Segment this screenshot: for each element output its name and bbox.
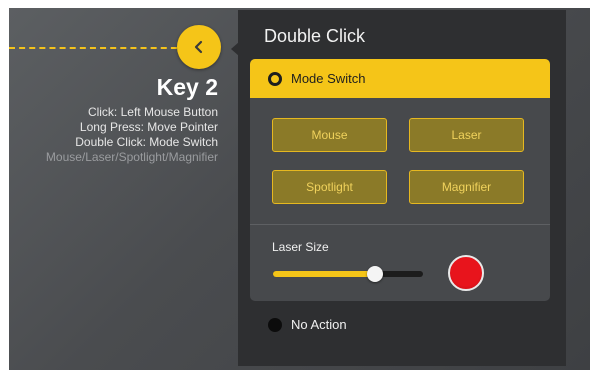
chevron-left-icon <box>194 40 203 54</box>
key-line-modes: Mouse/Laser/Spotlight/Magnifier <box>45 150 218 164</box>
mode-button-mouse[interactable]: Mouse <box>272 118 387 152</box>
section-divider <box>250 224 550 225</box>
radio-unselected-icon <box>268 317 282 332</box>
key-line-double-click: Double Click: Mode Switch <box>75 135 218 149</box>
key-title: Key 2 <box>156 74 218 100</box>
key-line-long-press: Long Press: Move Pointer <box>79 120 218 134</box>
laser-size-label: Laser Size <box>272 240 329 254</box>
laser-size-slider-thumb[interactable] <box>367 266 383 282</box>
mode-switch-card: Mode Switch Mouse Laser Spotlight Magnif… <box>250 59 550 301</box>
panel-title: Double Click <box>264 26 366 46</box>
radio-selected-icon <box>268 71 282 86</box>
mode-switch-option[interactable]: Mode Switch <box>250 59 550 98</box>
mode-button-spotlight[interactable]: Spotlight <box>272 170 387 204</box>
laser-size-slider-fill <box>273 271 375 277</box>
double-click-panel: Double Click Mode Switch Mouse Laser Spo… <box>238 10 566 366</box>
mode-button-grid: Mouse Laser Spotlight Magnifier <box>272 118 526 204</box>
key-description: Click: Left Mouse Button Long Press: Mov… <box>46 105 218 165</box>
key-line-click: Click: Left Mouse Button <box>87 105 218 119</box>
no-action-option[interactable]: No Action <box>268 317 347 332</box>
mode-button-magnifier[interactable]: Magnifier <box>409 170 524 204</box>
no-action-label: No Action <box>291 317 347 332</box>
mode-switch-label: Mode Switch <box>291 71 366 86</box>
mode-button-laser[interactable]: Laser <box>409 118 524 152</box>
laser-color-button[interactable] <box>448 255 484 291</box>
app-screen: Key 2 Click: Left Mouse Button Long Pres… <box>9 8 590 370</box>
back-button[interactable] <box>177 25 221 69</box>
key-connector-line <box>9 47 187 49</box>
laser-size-slider[interactable] <box>273 266 423 282</box>
